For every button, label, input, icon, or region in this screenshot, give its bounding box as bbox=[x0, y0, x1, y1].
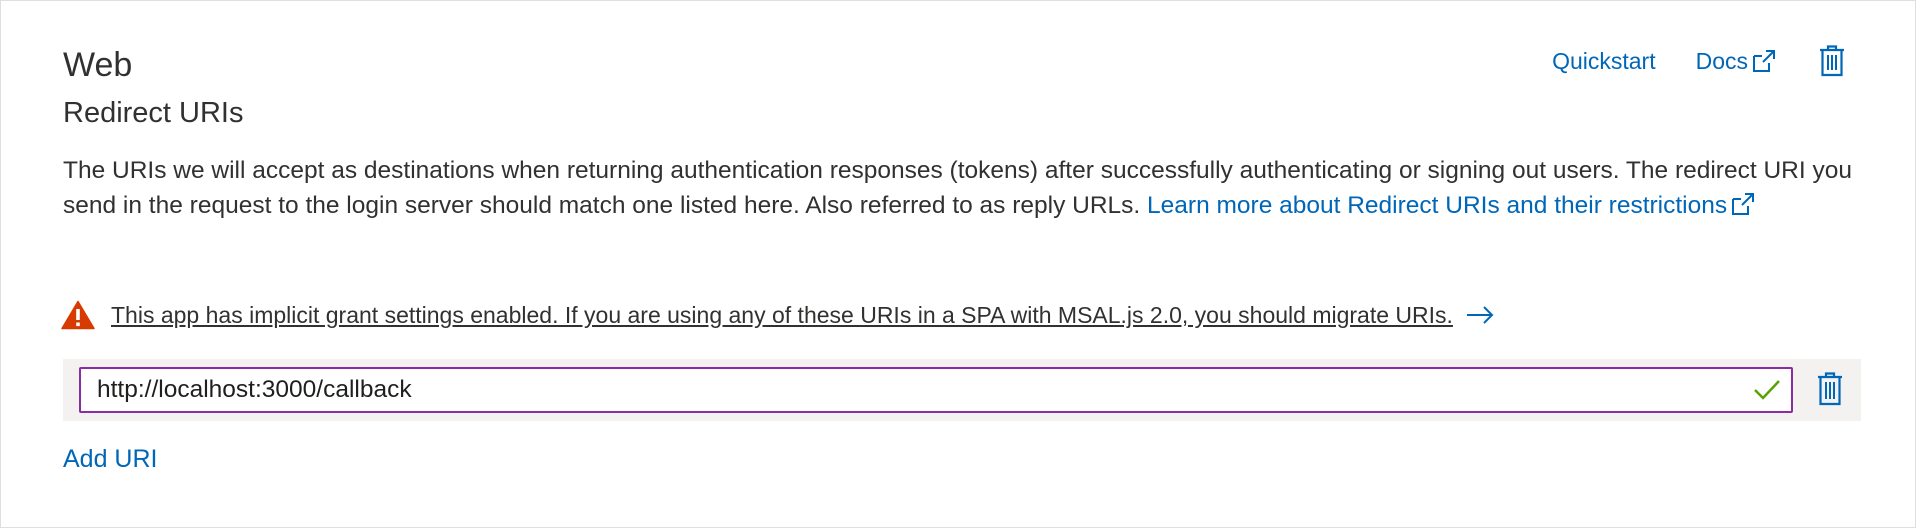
learn-more-link-label: Learn more about Redirect URIs and their… bbox=[1147, 192, 1728, 219]
section-subtitle: Redirect URIs bbox=[63, 97, 244, 129]
redirect-uri-row bbox=[63, 359, 1861, 421]
migrate-uris-link[interactable]: This app has implicit grant settings ena… bbox=[111, 302, 1453, 329]
add-uri-link[interactable]: Add URI bbox=[63, 445, 157, 474]
learn-more-link[interactable]: Learn more about Redirect URIs and their… bbox=[1147, 192, 1756, 219]
delete-platform-button[interactable] bbox=[1819, 45, 1845, 77]
redirect-uris-description: The URIs we will accept as destinations … bbox=[63, 153, 1863, 223]
implicit-grant-warning: This app has implicit grant settings ena… bbox=[61, 295, 1495, 335]
delete-uri-button[interactable] bbox=[1817, 372, 1843, 411]
trash-icon bbox=[1820, 45, 1844, 77]
web-platform-panel: Web Redirect URIs Quickstart Docs The UR… bbox=[0, 0, 1916, 528]
docs-link[interactable]: Docs bbox=[1696, 48, 1777, 75]
section-title: Web bbox=[63, 46, 133, 84]
external-link-icon bbox=[1732, 193, 1755, 215]
quickstart-link[interactable]: Quickstart bbox=[1552, 48, 1656, 75]
valid-check-icon bbox=[1754, 380, 1780, 400]
redirect-uri-input[interactable] bbox=[81, 369, 1721, 411]
migrate-arrow-button[interactable] bbox=[1465, 305, 1495, 325]
redirect-uri-field bbox=[79, 367, 1793, 413]
warning-icon bbox=[61, 300, 95, 330]
docs-link-label: Docs bbox=[1695, 47, 1748, 74]
arrow-right-icon bbox=[1466, 306, 1494, 324]
header-actions: Quickstart Docs bbox=[1552, 41, 1845, 81]
external-link-icon bbox=[1753, 50, 1775, 72]
trash-icon bbox=[1818, 372, 1842, 406]
